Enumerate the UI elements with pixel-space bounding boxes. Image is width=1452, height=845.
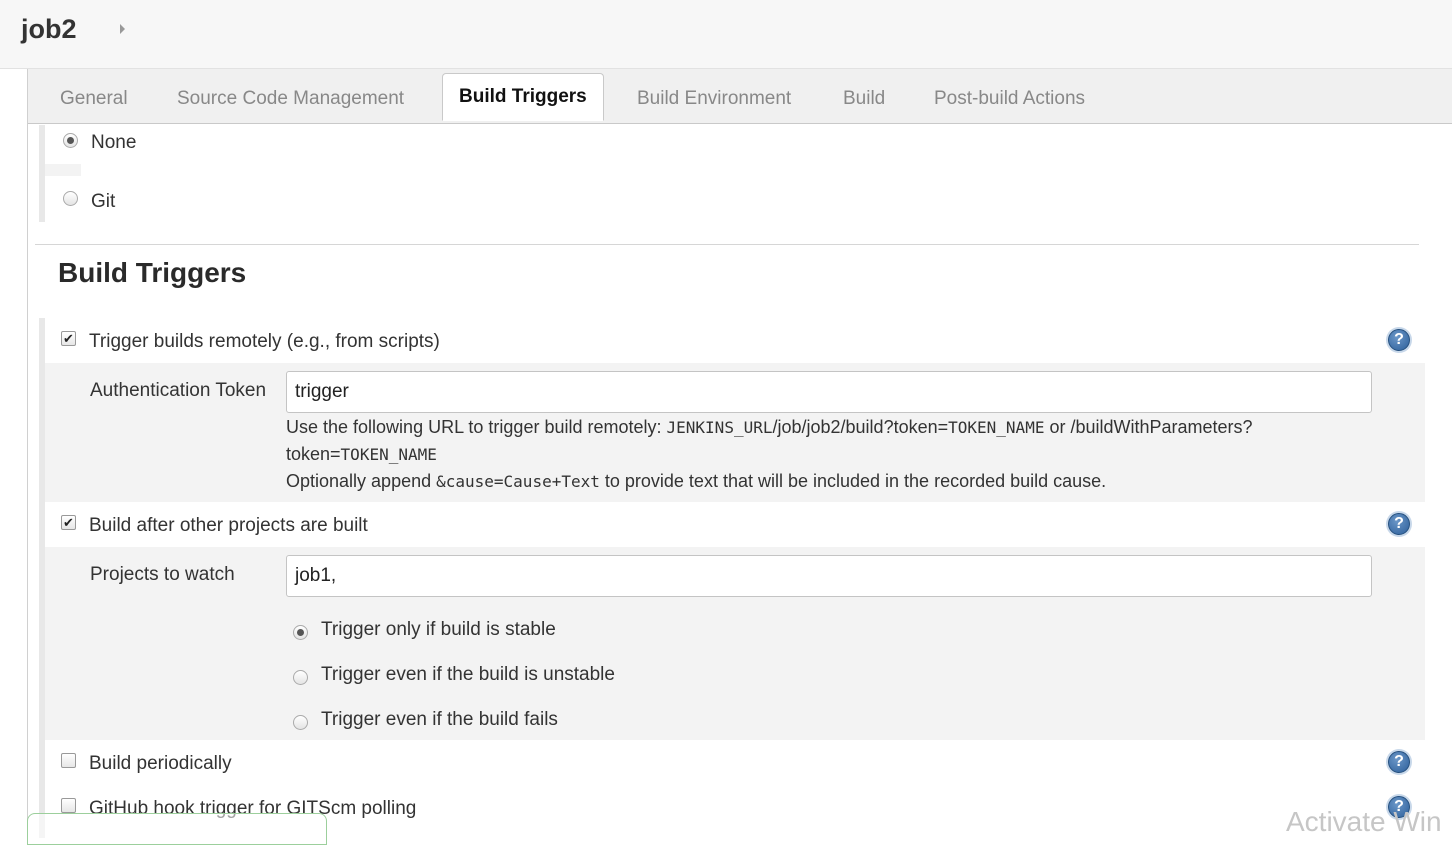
remote-help-line-3: Optionally append &cause=Cause+Text to p… (286, 471, 1106, 492)
scm-git-label: Git (91, 191, 116, 212)
github-hook-checkbox[interactable] (61, 798, 76, 813)
trigger-stable-radio[interactable] (293, 625, 308, 640)
remote-help-suffix: or /buildWithParameters? (1044, 417, 1253, 437)
tab-source-code-management[interactable]: Source Code Management (177, 88, 404, 110)
activation-watermark: Activate Win (1286, 806, 1442, 837)
build-periodically-checkbox[interactable] (61, 753, 76, 768)
projects-to-watch-input[interactable]: job1, (286, 555, 1372, 597)
section-title: Build Triggers (58, 257, 247, 288)
append-suffix: to provide text that will be included in… (599, 471, 1107, 491)
projects-to-watch-label: Projects to watch (90, 564, 235, 585)
trigger-fails-label: Trigger even if the build fails (321, 709, 558, 730)
scm-none-radio[interactable] (63, 133, 78, 148)
token-name-code-2: TOKEN_NAME (340, 445, 437, 464)
trigger-unstable-radio[interactable] (293, 670, 308, 685)
auth-token-label: Authentication Token (90, 380, 267, 401)
trigger-remote-checkbox[interactable]: ✔ (61, 331, 76, 346)
tab-build-triggers[interactable]: Build Triggers (442, 73, 604, 121)
job-name-breadcrumb[interactable]: job2 (21, 14, 77, 45)
build-after-checkbox[interactable]: ✔ (61, 515, 76, 530)
breadcrumb-arrow-icon[interactable] (120, 24, 125, 34)
auth-token-input[interactable]: trigger (286, 371, 1372, 413)
trigger-fails-radio[interactable] (293, 715, 308, 730)
scm-none-label: None (91, 132, 137, 153)
tab-build-environment[interactable]: Build Environment (637, 88, 791, 110)
append-prefix: Optionally append (286, 471, 437, 491)
section-divider (35, 244, 1419, 245)
cause-code: &cause=Cause+Text (436, 472, 600, 491)
remote-help-path: /job/job2/build?token= (772, 417, 949, 437)
config-tabs: General Source Code Management Build Tri… (28, 69, 1452, 124)
token-name-code: TOKEN_NAME (948, 418, 1045, 437)
top-bar: job2 (0, 0, 1452, 69)
config-panel: General Source Code Management Build Tri… (27, 69, 1452, 838)
token-prefix: token= (286, 444, 341, 464)
trigger-stable-label: Trigger only if build is stable (321, 619, 556, 640)
build-periodically-label: Build periodically (89, 753, 232, 774)
remote-help-line-2: token=TOKEN_NAME (286, 444, 437, 465)
build-after-label: Build after other projects are built (89, 515, 368, 536)
tab-general[interactable]: General (60, 88, 128, 110)
scm-divider-shade (45, 164, 81, 176)
remote-help-prefix: Use the following URL to trigger build r… (286, 417, 667, 437)
trigger-unstable-label: Trigger even if the build is unstable (321, 664, 615, 685)
remote-help-line-1: Use the following URL to trigger build r… (286, 417, 1253, 438)
tab-post-build-actions[interactable]: Post-build Actions (934, 88, 1085, 110)
jenkins-url-code: JENKINS_URL (666, 418, 773, 437)
build-periodically-help-icon[interactable]: ? (1388, 751, 1410, 773)
build-after-help-icon[interactable]: ? (1388, 513, 1410, 535)
trigger-remote-label: Trigger builds remotely (e.g., from scri… (89, 331, 440, 352)
scm-git-radio[interactable] (63, 191, 78, 206)
tab-build[interactable]: Build (843, 88, 885, 110)
bottom-floating-tab[interactable] (27, 813, 327, 845)
trigger-remote-help-icon[interactable]: ? (1388, 329, 1410, 351)
